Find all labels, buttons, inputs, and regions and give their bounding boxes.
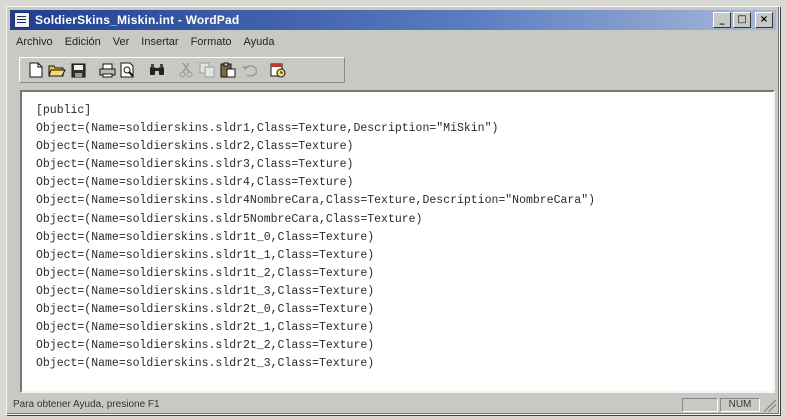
document-line[interactable]: Object=(Name=soldierskins.sldr2,Class=Te… xyxy=(36,138,595,156)
new-icon[interactable] xyxy=(26,60,46,80)
menu-ver[interactable]: Ver xyxy=(107,36,136,48)
paste-icon[interactable] xyxy=(218,60,238,80)
save-icon[interactable] xyxy=(68,60,88,80)
menu-ayuda[interactable]: Ayuda xyxy=(238,36,281,48)
print-preview-icon[interactable] xyxy=(118,60,138,80)
status-panel-empty xyxy=(682,398,718,412)
document-line[interactable]: Object=(Name=soldierskins.sldr2t_3,Class… xyxy=(36,355,595,373)
document-line[interactable]: [public] xyxy=(36,102,595,120)
document-editor[interactable]: [public] Object=(Name=soldierskins.sldr1,… xyxy=(20,90,775,393)
close-button[interactable]: × xyxy=(755,12,773,28)
undo-icon[interactable] xyxy=(239,60,259,80)
find-icon[interactable] xyxy=(147,60,167,80)
document-line[interactable]: Object=(Name=soldierskins.sldr1t_2,Class… xyxy=(36,265,595,283)
title-bar[interactable]: SoldierSkins_Miskin.int - WordPad _ □ × xyxy=(10,10,776,30)
document-line[interactable]: Object=(Name=soldierskins.sldr4,Class=Te… xyxy=(36,174,595,192)
num-lock-indicator: NUM xyxy=(720,398,760,412)
cut-icon[interactable] xyxy=(176,60,196,80)
menu-edicion[interactable]: Edición xyxy=(59,36,107,48)
window-title: SoldierSkins_Miskin.int - WordPad xyxy=(35,13,240,27)
wordpad-window: SoldierSkins_Miskin.int - WordPad _ □ × … xyxy=(6,6,780,415)
toolbar xyxy=(19,57,345,83)
window-controls: _ □ × xyxy=(713,12,773,28)
resize-grip-icon[interactable] xyxy=(764,400,776,412)
document-line[interactable]: Object=(Name=soldierskins.sldr2t_2,Class… xyxy=(36,337,595,355)
document-line[interactable]: Object=(Name=soldierskins.sldr5NombreCar… xyxy=(36,211,595,229)
maximize-button[interactable]: □ xyxy=(733,12,751,28)
document-line[interactable]: Object=(Name=soldierskins.sldr2t_1,Class… xyxy=(36,319,595,337)
wordpad-app-icon[interactable] xyxy=(14,12,30,28)
open-icon[interactable] xyxy=(47,60,67,80)
document-line[interactable]: Object=(Name=soldierskins.sldr1t_1,Class… xyxy=(36,247,595,265)
menu-archivo[interactable]: Archivo xyxy=(10,36,59,48)
document-line[interactable]: Object=(Name=soldierskins.sldr3,Class=Te… xyxy=(36,156,595,174)
menu-insertar[interactable]: Insertar xyxy=(135,36,184,48)
status-help-text: Para obtener Ayuda, presione F1 xyxy=(13,399,160,410)
menu-bar: Archivo Edición Ver Insertar Formato Ayu… xyxy=(10,33,776,51)
document-line[interactable]: Object=(Name=soldierskins.sldr1t_3,Class… xyxy=(36,283,595,301)
status-bar: Para obtener Ayuda, presione F1 NUM xyxy=(10,398,776,412)
menu-formato[interactable]: Formato xyxy=(185,36,238,48)
document-line[interactable]: Object=(Name=soldierskins.sldr1,Class=Te… xyxy=(36,120,595,138)
print-icon[interactable] xyxy=(97,60,117,80)
minimize-button[interactable]: _ xyxy=(713,12,731,28)
document-line[interactable]: Object=(Name=soldierskins.sldr4NombreCar… xyxy=(36,192,595,210)
date-time-icon[interactable] xyxy=(268,60,288,80)
document-line[interactable]: Object=(Name=soldierskins.sldr2t_0,Class… xyxy=(36,301,595,319)
document-text[interactable]: [public] Object=(Name=soldierskins.sldr1,… xyxy=(36,102,595,373)
copy-icon[interactable] xyxy=(197,60,217,80)
document-line[interactable]: Object=(Name=soldierskins.sldr1t_0,Class… xyxy=(36,229,595,247)
